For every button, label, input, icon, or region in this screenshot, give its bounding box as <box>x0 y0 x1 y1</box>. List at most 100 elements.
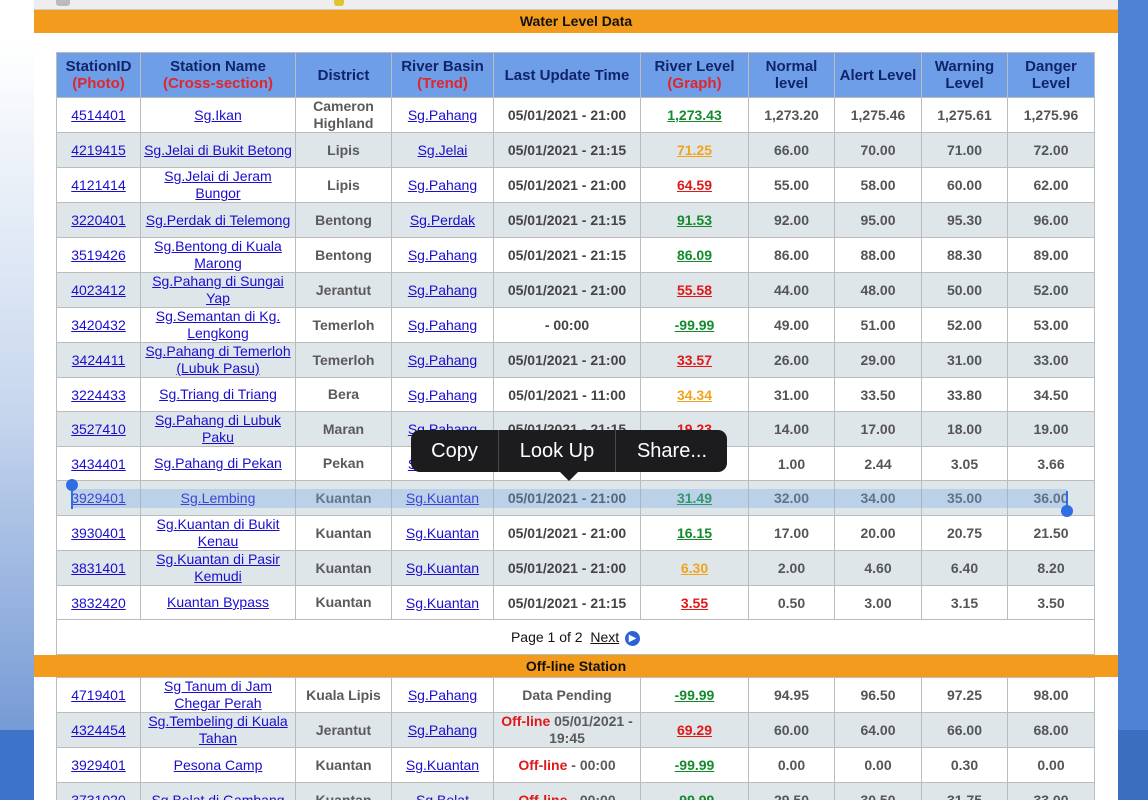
station-id-link[interactable]: 3220401 <box>71 212 126 228</box>
station-name-link[interactable]: Sg Tanum di Jam Chegar Perah <box>164 679 272 712</box>
station-id-link[interactable]: 4324454 <box>71 722 126 738</box>
river-level-link[interactable]: 16.15 <box>677 525 712 541</box>
river-level-link[interactable]: 86.09 <box>677 247 712 263</box>
col-river-level[interactable]: River Level (Graph) <box>640 52 749 98</box>
table-row: 3831401 Sg.Kuantan di Pasir Kemudi Kuantan… <box>56 550 1095 586</box>
river-level-link[interactable]: 69.29 <box>677 722 712 738</box>
river-level-link[interactable]: 55.58 <box>677 282 712 298</box>
river-basin-cell: Sg.Pahang <box>391 97 494 133</box>
station-id-link[interactable]: 4514401 <box>71 107 126 123</box>
river-basin-link[interactable]: Sg.Pahang <box>408 387 477 403</box>
section-title-water-level: Water Level Data <box>34 10 1118 33</box>
station-name-link[interactable]: Sg.Semantan di Kg. Lengkong <box>156 309 281 342</box>
river-level-link[interactable]: -99.99 <box>675 757 715 773</box>
warning-level-cell: 20.75 <box>921 515 1008 551</box>
station-name-link[interactable]: Sg.Ikan <box>194 107 241 123</box>
river-basin-link[interactable]: Sg.Pahang <box>408 352 477 368</box>
station-name-link[interactable]: Sg.Pahang di Lubuk Paku <box>155 413 281 446</box>
river-level-link[interactable]: 33.57 <box>677 352 712 368</box>
station-name-link[interactable]: Sg.Kuantan di Pasir Kemudi <box>156 552 280 585</box>
river-level-link[interactable]: 91.53 <box>677 212 712 228</box>
station-name-link[interactable]: Sg.Jelai di Jeram Bungor <box>164 169 271 202</box>
station-name-link[interactable]: Sg.Belat di Gambang <box>151 792 284 800</box>
station-id-link[interactable]: 4219415 <box>71 142 126 158</box>
col-station-id[interactable]: StationID (Photo) <box>56 52 141 98</box>
station-id-link[interactable]: 3224433 <box>71 387 126 403</box>
station-name-link[interactable]: Kuantan Bypass <box>167 594 269 610</box>
river-basin-link[interactable]: Sg.Pahang <box>408 722 477 738</box>
river-level-link[interactable]: 1,273.43 <box>667 107 722 123</box>
station-id-link[interactable]: 4121414 <box>71 177 126 193</box>
river-basin-link[interactable]: Sg.Kuantan <box>406 490 479 506</box>
table-row: 3224433 Sg.Triang di Triang Bera Sg.Pahang 0… <box>56 377 1095 412</box>
district-cell: Bentong <box>295 237 392 273</box>
river-basin-link[interactable]: Sg.Belat <box>416 792 469 800</box>
river-basin-link[interactable]: Sg.Jelai <box>418 142 468 158</box>
station-name-link[interactable]: Sg.Bentong di Kuala Marong <box>154 239 282 272</box>
station-name-link[interactable]: Sg.Triang di Triang <box>159 386 277 402</box>
river-basin-link[interactable]: Sg.Pahang <box>408 107 477 123</box>
river-level-link[interactable]: 6.30 <box>681 560 708 576</box>
danger-level-cell: 62.00 <box>1007 167 1095 203</box>
last-update-cell: Data Pending <box>493 677 641 713</box>
station-id-link[interactable]: 3527410 <box>71 421 126 437</box>
river-level-link[interactable]: -99.99 <box>675 317 715 333</box>
station-name-link[interactable]: Sg.Perdak di Telemong <box>146 212 291 228</box>
station-id-link[interactable]: 3434401 <box>71 456 126 472</box>
normal-level-cell: 94.95 <box>748 677 835 713</box>
station-id-link[interactable]: 3832420 <box>71 595 126 611</box>
station-id-link[interactable]: 3731020 <box>71 792 126 800</box>
alert-level-cell: 64.00 <box>834 712 922 748</box>
next-arrow-icon[interactable]: ▶ <box>625 630 641 646</box>
river-level-link[interactable]: 31.49 <box>677 490 712 506</box>
river-basin-link[interactable]: Sg.Perdak <box>410 212 475 228</box>
river-basin-link[interactable]: Sg.Pahang <box>408 317 477 333</box>
nav-home-icon[interactable] <box>56 0 70 6</box>
river-level-link[interactable]: -99.99 <box>675 792 715 800</box>
station-name-link[interactable]: Sg.Pahang di Temerloh (Lubuk Pasu) <box>145 344 290 377</box>
station-id-link[interactable]: 3930401 <box>71 525 126 541</box>
copy-menu-item[interactable]: Copy <box>411 430 499 472</box>
station-name-link[interactable]: Sg.Jelai di Bukit Betong <box>144 142 292 158</box>
river-basin-link[interactable]: Sg.Kuantan <box>406 560 479 576</box>
col-river-basin[interactable]: River Basin (Trend) <box>391 52 494 98</box>
warning-level-cell: 88.30 <box>921 237 1008 273</box>
station-id-cell: 4023412 <box>56 272 141 308</box>
station-id-link[interactable]: 4023412 <box>71 282 126 298</box>
river-level-link[interactable]: 71.25 <box>677 142 712 158</box>
nav-star-icon[interactable] <box>334 0 344 6</box>
warning-level-cell: 50.00 <box>921 272 1008 308</box>
river-level-link[interactable]: 3.55 <box>681 595 708 611</box>
river-basin-link[interactable]: Sg.Pahang <box>408 687 477 703</box>
station-id-link[interactable]: 3929401 <box>71 490 126 506</box>
river-basin-link[interactable]: Sg.Pahang <box>408 177 477 193</box>
river-level-link[interactable]: -99.99 <box>675 687 715 703</box>
river-level-link[interactable]: 34.34 <box>677 387 712 403</box>
station-id-link[interactable]: 3929401 <box>71 757 126 773</box>
station-name-link[interactable]: Sg.Tembeling di Kuala Tahan <box>148 714 287 747</box>
district-cell: Kuantan <box>295 480 392 516</box>
look-up-menu-item[interactable]: Look Up <box>499 430 616 472</box>
river-basin-link[interactable]: Sg.Pahang <box>408 282 477 298</box>
river-level-link[interactable]: 64.59 <box>677 177 712 193</box>
station-name-link[interactable]: Sg.Kuantan di Bukit Kenau <box>157 517 280 550</box>
share-menu-item[interactable]: Share... <box>616 430 728 472</box>
alert-level-cell: 34.00 <box>834 480 922 516</box>
station-id-link[interactable]: 3831401 <box>71 560 126 576</box>
next-page-link[interactable]: Next <box>590 629 619 645</box>
station-name-link[interactable]: Pesona Camp <box>174 757 263 773</box>
river-basin-link[interactable]: Sg.Kuantan <box>406 525 479 541</box>
selection-end-handle[interactable] <box>1061 505 1073 517</box>
station-name-link[interactable]: Sg.Pahang di Pekan <box>154 455 282 471</box>
station-name-link[interactable]: Sg.Pahang di Sungai Yap <box>152 274 284 307</box>
station-id-link[interactable]: 3424411 <box>72 352 125 368</box>
river-basin-link[interactable]: Sg.Kuantan <box>406 757 479 773</box>
river-basin-link[interactable]: Sg.Kuantan <box>406 595 479 611</box>
river-basin-link[interactable]: Sg.Pahang <box>408 247 477 263</box>
station-id-link[interactable]: 3420432 <box>71 317 126 333</box>
station-id-link[interactable]: 3519426 <box>71 247 126 263</box>
update-time-text: - 00:00 <box>567 791 616 800</box>
station-name-link[interactable]: Sg.Lembing <box>181 490 256 506</box>
station-id-link[interactable]: 4719401 <box>71 687 126 703</box>
col-station-name[interactable]: Station Name (Cross-section) <box>140 52 296 98</box>
